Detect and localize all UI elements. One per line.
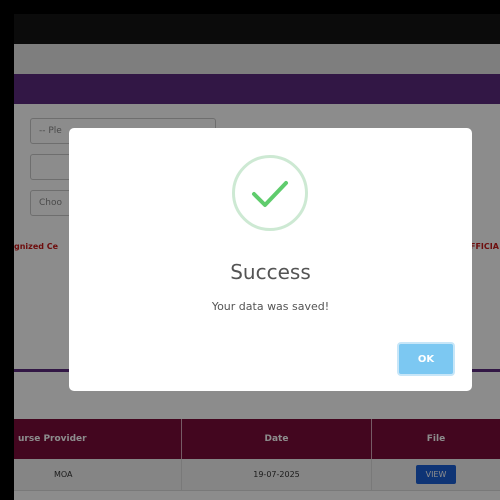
checkmark-icon [252, 181, 288, 207]
success-modal: Success Your data was saved! OK [69, 128, 472, 391]
modal-message: Your data was saved! [211, 300, 330, 313]
ok-button[interactable]: OK [397, 342, 455, 376]
success-icon-circle [232, 155, 308, 231]
modal-title: Success [230, 260, 311, 284]
